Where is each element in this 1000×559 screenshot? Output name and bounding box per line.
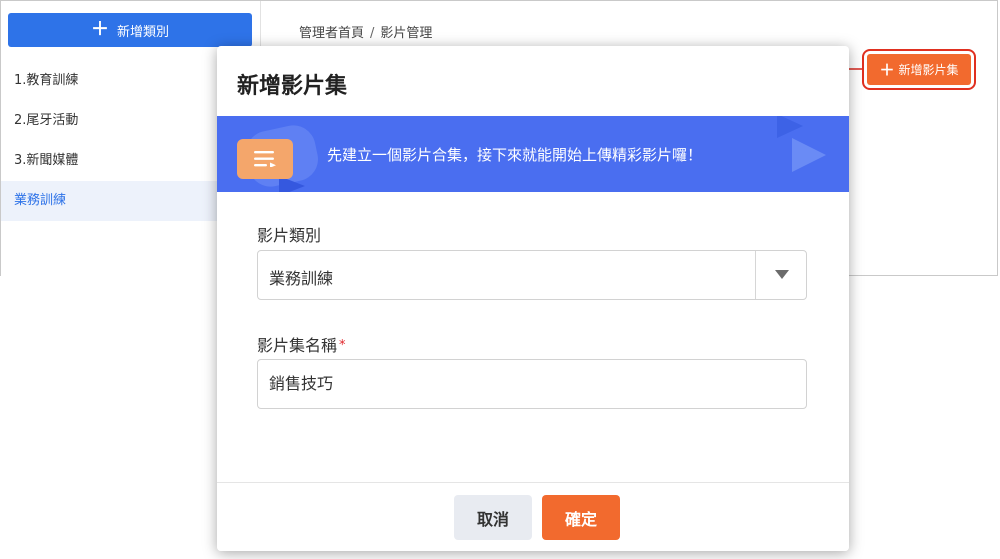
category-select-value: 業務訓練 (269, 269, 334, 288)
banner-decoration (792, 138, 826, 172)
dialog-title: 新增影片集 (237, 74, 348, 99)
select-divider (755, 251, 756, 299)
add-album-button[interactable]: ＋ 新增影片集 (867, 54, 971, 85)
banner-message: 先建立一個影片合集，接下來就能開始上傳精彩影片囉！ (327, 146, 703, 164)
name-field-label: 影片集名稱 * (257, 332, 346, 356)
breadcrumb-current: 影片管理 (380, 26, 433, 41)
breadcrumb-home[interactable]: 管理者首頁 (299, 26, 364, 41)
plus-icon: ＋ (90, 19, 109, 40)
album-name-input[interactable]: 銷售技巧 (257, 359, 807, 409)
banner-decoration (777, 116, 803, 138)
new-album-dialog: 新增影片集 先建立一個影片合集，接下來就能開始上傳精彩影片囉！ 影片類別 業務訓… (217, 46, 849, 551)
name-field-label-text: 影片集名稱 (257, 336, 338, 355)
plus-icon: ＋ (879, 61, 895, 79)
add-category-label: 新增類別 (116, 24, 169, 40)
confirm-button[interactable]: 確定 (542, 495, 620, 540)
category-field-label: 影片類別 (257, 226, 322, 245)
chevron-down-icon[interactable] (775, 270, 789, 279)
add-album-highlight: ＋ 新增影片集 (862, 49, 976, 90)
info-banner: 先建立一個影片合集，接下來就能開始上傳精彩影片囉！ (217, 116, 849, 192)
cancel-button[interactable]: 取消 (454, 495, 532, 540)
breadcrumb-separator: / (370, 26, 375, 41)
category-select[interactable]: 業務訓練 (257, 250, 807, 300)
dialog-footer: 取消 確定 (217, 482, 849, 551)
add-album-label: 新增影片集 (898, 63, 959, 77)
add-category-button[interactable]: ＋ 新增類別 (8, 13, 252, 47)
list-icon (237, 139, 293, 179)
breadcrumb: 管理者首頁 / 影片管理 (299, 22, 432, 41)
required-mark: * (339, 338, 346, 353)
